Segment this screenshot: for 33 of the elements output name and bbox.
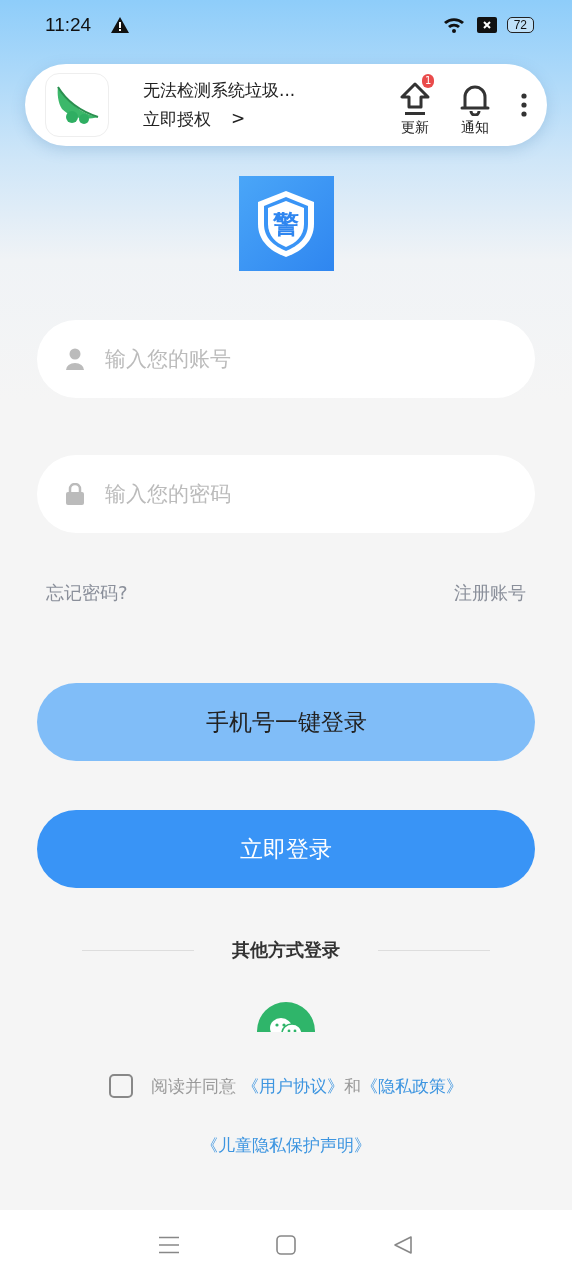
wechat-icon[interactable]: [257, 1002, 315, 1032]
login-button[interactable]: 立即登录: [37, 810, 535, 888]
status-time: 11:24: [45, 14, 92, 36]
home-icon[interactable]: [276, 1235, 296, 1255]
more-icon[interactable]: [521, 93, 527, 117]
no-sim-icon: [476, 17, 497, 33]
child-privacy-link[interactable]: 《儿童隐私保护声明》: [201, 1134, 371, 1157]
agree-checkbox[interactable]: [109, 1074, 133, 1098]
battery-level: 72: [506, 17, 534, 33]
agreement-text: 阅读并同意: [151, 1074, 236, 1098]
lock-icon: [65, 483, 85, 505]
user-agreement-link[interactable]: 《用户协议》: [242, 1074, 344, 1098]
phone-login-button[interactable]: 手机号一键登录: [37, 683, 535, 761]
and-text: 和: [344, 1074, 361, 1098]
app-logo: 警: [238, 176, 334, 271]
forgot-password-link[interactable]: 忘记密码?: [46, 581, 128, 605]
user-icon: [65, 348, 85, 370]
other-login-title: 其他方式登录: [232, 938, 340, 962]
back-icon[interactable]: [393, 1235, 414, 1255]
update-button[interactable]: 1 更新: [385, 73, 445, 137]
password-field[interactable]: 输入您的密码: [37, 455, 535, 533]
privacy-policy-link[interactable]: 《隐私政策》: [361, 1074, 463, 1098]
account-field[interactable]: 输入您的账号: [37, 320, 535, 398]
pea-pod-icon: [54, 85, 100, 125]
authorize-link[interactable]: 立即授权 >: [143, 108, 246, 131]
register-link[interactable]: 注册账号: [454, 581, 526, 605]
menu-icon[interactable]: [158, 1236, 179, 1254]
notification-button[interactable]: 通知: [445, 73, 505, 137]
badge-count: 1: [422, 73, 435, 88]
wifi-icon: [442, 16, 467, 34]
app-icon[interactable]: [45, 73, 109, 137]
notification-title: 无法检测系统垃圾...: [143, 79, 297, 102]
warning-icon: [111, 17, 130, 33]
